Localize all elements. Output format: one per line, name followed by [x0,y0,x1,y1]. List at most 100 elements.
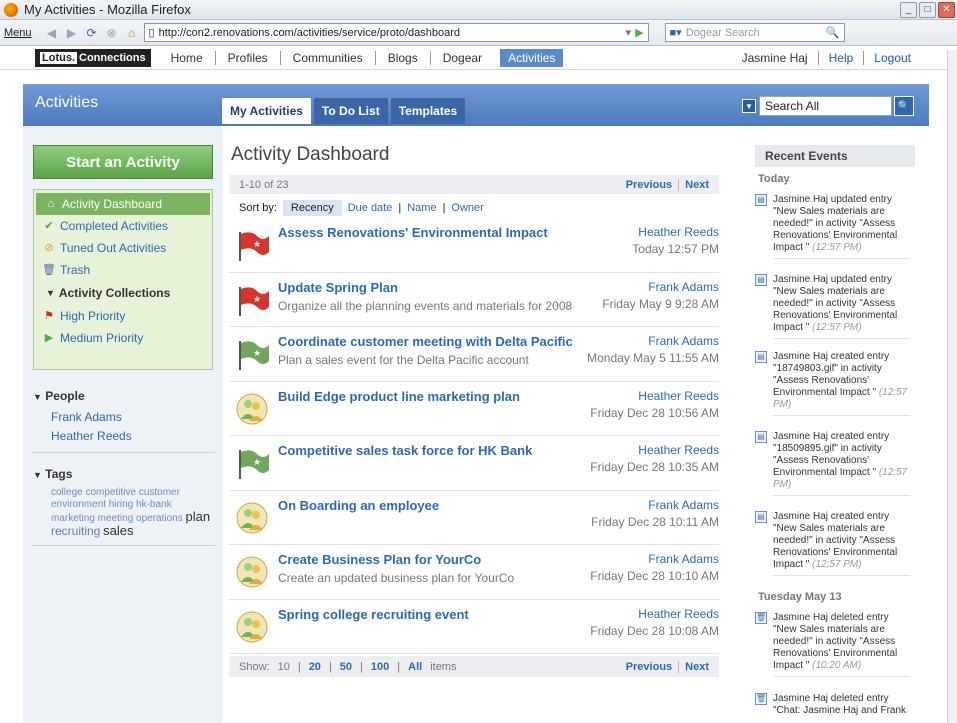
activity-title[interactable]: Competitive sales task force for HK Bank [278,443,532,458]
collection-high-priority[interactable]: ⚑ High Priority [34,305,212,327]
search-go-icon[interactable]: 🔍 [894,96,914,116]
entry-icon: ▤ [755,511,767,523]
tags-header[interactable]: ▼ Tags [31,467,215,481]
tab-my-activities[interactable]: My Activities [222,98,311,124]
activity-title[interactable]: Coordinate customer meeting with Delta P… [278,334,573,349]
activity-title[interactable]: On Boarding an employee [278,498,439,513]
activity-row[interactable]: ★ Coordinate customer meeting with Delta … [229,327,719,382]
sort-owner[interactable]: Owner [451,202,483,214]
nav-dogear[interactable]: Dogear [429,50,494,65]
nav-completed-activities[interactable]: ✔ Completed Activities [34,215,212,237]
nav-activities[interactable]: Activities [500,48,564,67]
help-link[interactable]: Help [829,51,854,65]
activity-description: Organize all the planning events and mat… [278,298,573,313]
activity-date: Friday Dec 28 10:08 AM [590,623,719,638]
activity-row[interactable]: Create Business Plan for YourCo Create an… [229,545,719,600]
activity-title[interactable]: Assess Renovations' Environmental Impact [278,225,548,240]
person-heather-reeds[interactable]: Heather Reeds [31,427,215,446]
maximize-button[interactable]: □ [919,1,936,18]
search-scope-input[interactable]: Search All [759,96,892,116]
activity-row[interactable]: ★ Competitive sales task force for HK Ban… [229,436,719,491]
stop-icon[interactable]: ⊗ [104,25,120,41]
activity-owner[interactable]: Frank Adams [648,552,719,566]
collections-header[interactable]: ▼ Activity Collections [34,281,212,305]
activity-title[interactable]: Spring college recruiting event [278,607,469,622]
collection-medium-priority[interactable]: ▶ Medium Priority [34,327,212,349]
activity-owner[interactable]: Frank Adams [648,280,719,294]
activity-title[interactable]: Build Edge product line marketing plan [278,389,520,404]
activity-row[interactable]: ★ Assess Renovations' Environmental Impac… [229,218,719,273]
nav-tuned-out-activities[interactable]: ⊘ Tuned Out Activities [34,237,212,259]
activity-title[interactable]: Create Business Plan for YourCo [278,552,481,567]
reload-icon[interactable]: ⟳ [84,25,100,41]
show-20[interactable]: 20 [309,661,321,673]
tab-to-do-list[interactable]: To Do List [313,98,388,124]
activity-date: Friday Dec 28 10:10 AM [590,569,719,583]
person-frank-adams[interactable]: Frank Adams [31,408,215,427]
activity-owner[interactable]: Heather Reeds [638,225,719,239]
top-pager: 1-10 of 23 Previous Next [229,175,719,194]
minimize-button[interactable]: _ [900,1,917,18]
home-icon[interactable]: ⌂ [124,25,140,41]
tag-cloud[interactable]: college competitive customer environment… [31,481,215,539]
nav-home[interactable]: Home [159,51,215,65]
tab-templates[interactable]: Templates [390,98,466,124]
browser-search-input[interactable]: ■▾ Dogear Search 🔍 [664,23,845,42]
url-bar[interactable]: ▯ http://con2.renovations.com/activities… [143,23,649,42]
show-100[interactable]: 100 [371,661,389,673]
activity-row[interactable]: Build Edge product line marketing plan He… [229,382,719,436]
next-link-bottom[interactable]: Next [685,661,709,673]
show-all[interactable]: All [408,661,422,673]
menu-button[interactable]: Menu [4,27,32,39]
firefox-icon [4,2,18,17]
search-engine-icon[interactable]: ■▾ [670,26,682,39]
nav-profiles[interactable]: Profiles [214,50,280,65]
activity-row[interactable]: ★ Update Spring Plan Organize all the plan… [229,273,719,327]
window-title: My Activities - Mozilla Firefox [24,2,191,17]
forward-icon[interactable]: ▶ [64,25,80,41]
activity-date: Friday Dec 28 10:35 AM [590,460,719,474]
activity-search: ▼ Search All 🔍 [742,96,914,116]
sort-recency[interactable]: Recency [282,200,342,216]
next-link[interactable]: Next [685,179,709,191]
lotus-logo: Lotus. Connections [35,48,151,67]
nav-blogs[interactable]: Blogs [374,50,430,65]
home-icon: ⌂ [47,198,55,210]
people-icon [235,555,271,589]
event-item: ▤ Jasmine Haj created entry "18509895.gif… [755,431,910,496]
activity-owner[interactable]: Heather Reeds [638,443,719,457]
activity-owner[interactable]: Frank Adams [648,334,719,348]
start-activity-button[interactable]: Start an Activity [33,145,213,179]
nav-trash[interactable]: 🗑 Trash [34,259,212,281]
previous-link[interactable]: Previous [626,179,672,191]
browser-search-placeholder: Dogear Search [685,26,760,39]
show-50[interactable]: 50 [340,661,352,673]
activity-row[interactable]: Spring college recruiting event Heather R… [229,600,719,654]
page-icon: ▯ [148,27,155,39]
event-item: ▤ Jasmine Haj created entry "New Sales ma… [755,511,910,576]
activity-row[interactable]: On Boarding an employee Frank Adams Friday… [229,491,719,545]
event-item: ▤ Jasmine Haj created entry "18749803.gif… [755,351,910,416]
back-icon[interactable]: ◀ [44,25,60,41]
search-scope-dropdown-icon[interactable]: ▼ [742,99,756,113]
people-header[interactable]: ▼ People [31,389,215,403]
sort-due-date[interactable]: Due date [348,202,393,214]
close-button[interactable]: ✕ [938,1,955,18]
nav-communities[interactable]: Communities [279,50,375,65]
trash-icon: 🗑 [42,264,56,276]
go-icon[interactable]: ▶ [635,26,643,39]
activity-title[interactable]: Update Spring Plan [278,280,398,295]
activity-owner[interactable]: Heather Reeds [638,389,719,403]
url-dropdown-icon[interactable]: ▾ [626,26,632,39]
vertical-scrollbar[interactable] [947,50,957,723]
previous-link-bottom[interactable]: Previous [626,661,672,673]
activity-owner[interactable]: Frank Adams [648,498,719,512]
nav-activity-dashboard[interactable]: ⌂ Activity Dashboard [36,193,210,215]
activity-owner[interactable]: Heather Reeds [638,607,719,621]
svg-text:★: ★ [253,240,261,250]
logout-link[interactable]: Logout [874,51,911,65]
activity-date: Monday May 5 11:55 AM [587,351,719,365]
activity-date: Friday Dec 28 10:11 AM [591,514,719,529]
search-icon[interactable]: 🔍 [826,26,840,39]
sort-name[interactable]: Name [407,202,436,214]
